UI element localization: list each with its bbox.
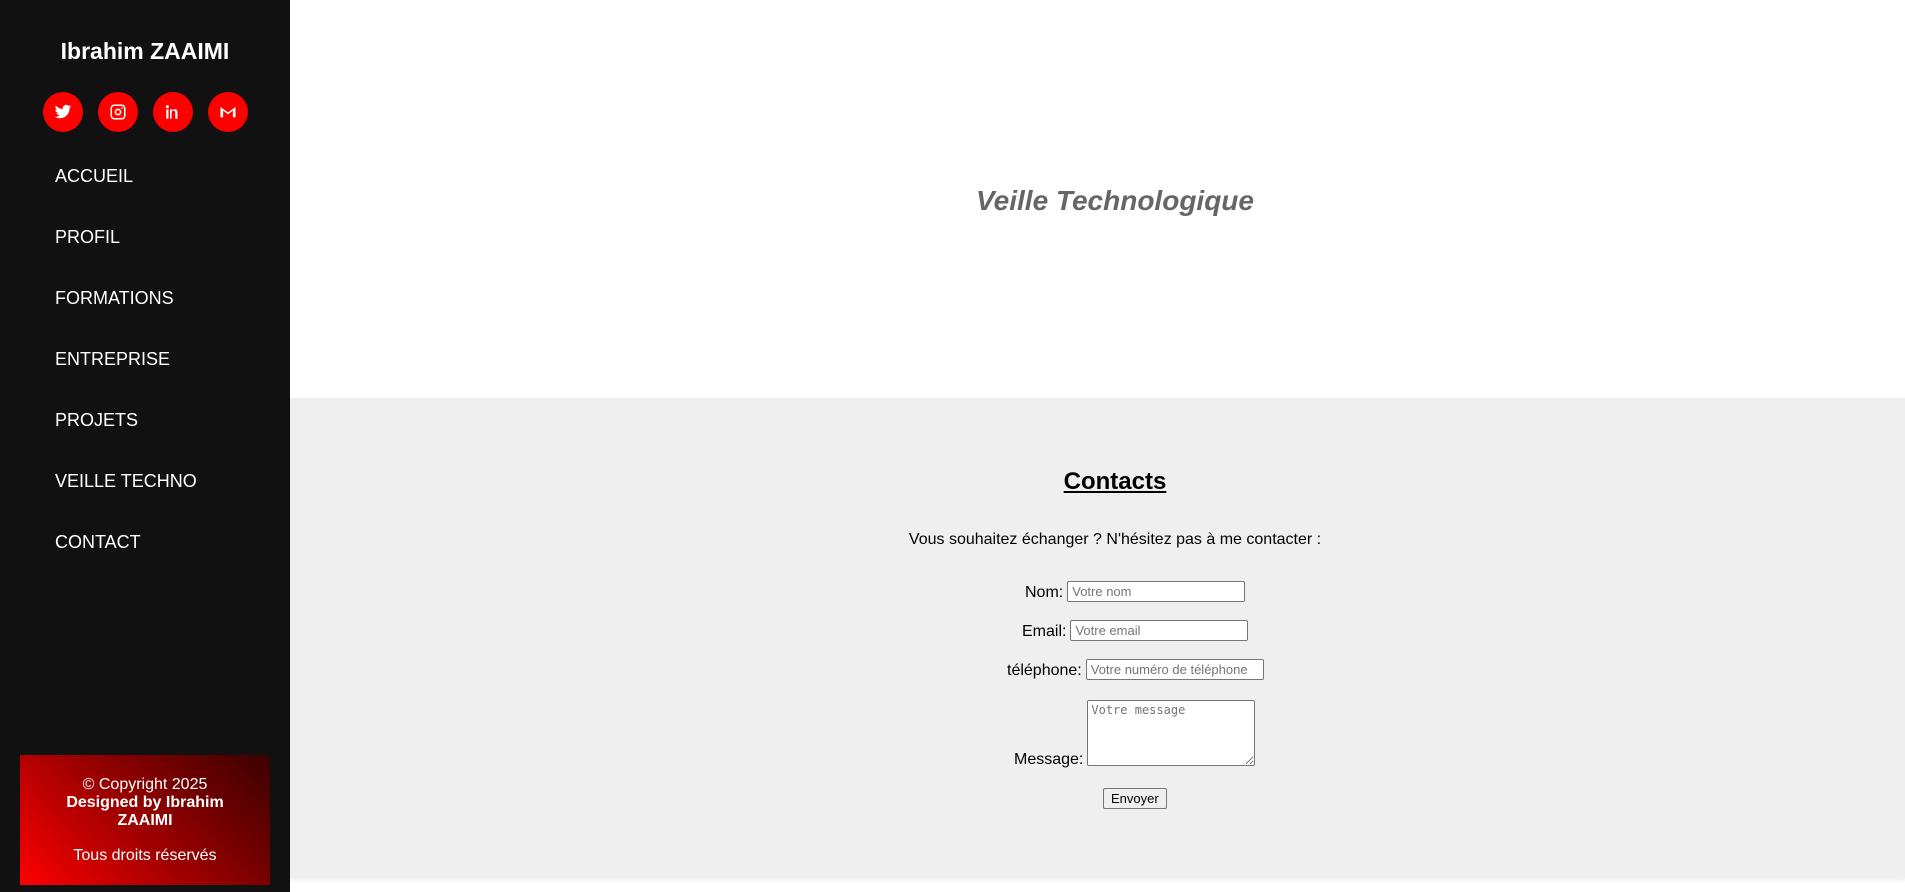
hero-section: Veille Technologique bbox=[290, 0, 1905, 398]
nav-link-contact[interactable]: CONTACT bbox=[55, 532, 141, 552]
nav-link-entreprise[interactable]: ENTREPRISE bbox=[55, 349, 170, 369]
gmail-icon bbox=[220, 107, 236, 118]
contact-section: Contacts Vous souhaitez échanger ? N'hés… bbox=[290, 398, 1905, 878]
contact-title: Contacts bbox=[1063, 468, 1167, 495]
instagram-link[interactable] bbox=[98, 92, 138, 132]
nav-item-profil: PROFIL bbox=[55, 227, 197, 288]
nav-link-profil[interactable]: PROFIL bbox=[55, 227, 120, 247]
contact-intro: Vous souhaitez échanger ? N'hésitez pas … bbox=[908, 531, 1322, 548]
nav-item-contact: CONTACT bbox=[55, 532, 197, 593]
instagram-icon bbox=[110, 104, 126, 120]
nav-link-accueil[interactable]: ACCUEIL bbox=[55, 166, 133, 186]
nav-item-veille-techno: VEILLE TECHNO bbox=[55, 471, 197, 532]
designed-by-text: Designed by Ibrahim ZAAIMI bbox=[66, 794, 224, 829]
nav-link-formations[interactable]: FORMATIONS bbox=[55, 288, 174, 308]
phone-row: téléphone: bbox=[1007, 659, 1264, 680]
linkedin-icon bbox=[165, 105, 178, 119]
name-row: Nom: bbox=[1025, 581, 1246, 602]
main-nav: ACCUEIL PROFIL FORMATIONS ENTREPRISE PRO… bbox=[55, 166, 197, 593]
name-label: Nom: bbox=[1025, 584, 1064, 601]
email-input[interactable] bbox=[1070, 620, 1249, 641]
phone-input[interactable] bbox=[1085, 659, 1264, 680]
linkedin-link[interactable] bbox=[153, 92, 193, 132]
copyright-text: © Copyright 2025 bbox=[82, 776, 208, 793]
send-button[interactable]: Envoyer bbox=[1103, 788, 1167, 809]
social-links bbox=[43, 92, 248, 132]
twitter-link[interactable] bbox=[43, 92, 83, 132]
message-row: Message: bbox=[1014, 700, 1256, 768]
name-input[interactable] bbox=[1067, 581, 1246, 602]
gmail-link[interactable] bbox=[208, 92, 248, 132]
nav-link-veille-techno[interactable]: VEILLE TECHNO bbox=[55, 471, 197, 491]
email-label: Email: bbox=[1022, 623, 1067, 640]
nav-link-projets[interactable]: PROJETS bbox=[55, 410, 138, 430]
sidebar-footer: © Copyright 2025 Designed by Ibrahim ZAA… bbox=[20, 755, 270, 885]
twitter-icon bbox=[54, 104, 72, 119]
nav-item-projets: PROJETS bbox=[55, 410, 197, 471]
site-brand: Ibrahim ZAAIMI bbox=[60, 38, 230, 64]
nav-item-entreprise: ENTREPRISE bbox=[55, 349, 197, 410]
page-title: Veille Technologique bbox=[976, 185, 1254, 216]
email-row: Email: bbox=[1022, 620, 1249, 641]
nav-item-formations: FORMATIONS bbox=[55, 288, 197, 349]
nav-item-accueil: ACCUEIL bbox=[55, 166, 197, 227]
message-label: Message: bbox=[1014, 751, 1084, 768]
phone-label: téléphone: bbox=[1007, 662, 1082, 679]
message-textarea[interactable] bbox=[1087, 700, 1256, 766]
rights-text: Tous droits réservés bbox=[73, 847, 217, 864]
main-content: Veille Technologique Contacts Vous souha… bbox=[290, 0, 1905, 892]
sidebar: Ibrahim ZAAIMI ACCUEIL PROFIL FORMATIONS… bbox=[0, 0, 290, 892]
